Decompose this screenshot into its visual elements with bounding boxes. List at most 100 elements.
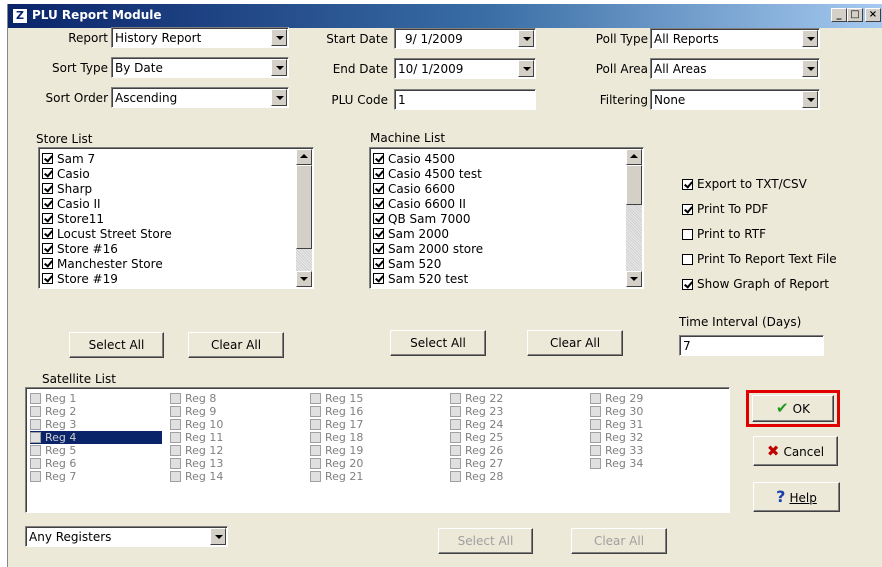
satellite-checkbox[interactable] (30, 393, 41, 404)
chevron-down-icon[interactable] (518, 60, 534, 77)
satellite-item[interactable]: Reg 32 (590, 431, 722, 444)
satellite-item[interactable]: Reg 5 (30, 444, 162, 457)
satellite-item[interactable]: Reg 17 (310, 418, 442, 431)
close-button[interactable]: × (865, 8, 881, 22)
satellite-item[interactable]: Reg 7 (30, 470, 162, 483)
satellite-item[interactable]: Reg 13 (170, 457, 302, 470)
satellite-checkbox[interactable] (310, 445, 321, 456)
sort-order-select[interactable]: Ascending (111, 87, 289, 108)
satellite-checkbox[interactable] (450, 406, 461, 417)
satellite-item[interactable]: Reg 33 (590, 444, 722, 457)
option-checkbox-box[interactable] (682, 253, 693, 265)
scroll-down-icon[interactable] (626, 271, 642, 287)
chevron-down-icon[interactable] (802, 30, 818, 47)
store-list-scrollbar[interactable] (296, 149, 312, 287)
list-item[interactable]: Casio 6600 II (373, 196, 466, 211)
start-date-picker[interactable]: 9/ 1/2009 (394, 28, 536, 49)
machine-list-scrollbar[interactable] (626, 149, 642, 287)
satellite-item[interactable]: Reg 14 (170, 470, 302, 483)
satellite-checkbox[interactable] (310, 419, 321, 430)
item-checkbox[interactable] (373, 168, 384, 179)
satellite-item[interactable]: Reg 34 (590, 457, 722, 470)
list-item[interactable]: Sharp (42, 181, 92, 196)
item-checkbox[interactable] (42, 273, 53, 284)
satellite-checkbox[interactable] (310, 471, 321, 482)
satellite-checkbox[interactable] (450, 458, 461, 469)
satellite-item[interactable]: Reg 9 (170, 405, 302, 418)
satellite-item[interactable]: Reg 4 (30, 431, 162, 444)
satellite-item[interactable]: Reg 1 (30, 392, 162, 405)
option-checkbox-box[interactable] (682, 228, 693, 240)
item-checkbox[interactable] (42, 198, 53, 209)
item-checkbox[interactable] (42, 168, 53, 179)
satellite-listbox[interactable]: Reg 1 Reg 2 Reg 3 Reg 4 Reg 5 Reg 6 Reg 7 Reg 8… (25, 387, 730, 513)
list-item[interactable]: Sam 520 test (373, 271, 468, 286)
satellite-checkbox[interactable] (30, 406, 41, 417)
satellite-checkbox[interactable] (450, 471, 461, 482)
maximize-button[interactable]: □ (847, 8, 863, 22)
satellite-item[interactable]: Reg 12 (170, 444, 302, 457)
satellite-item[interactable]: Reg 19 (310, 444, 442, 457)
chevron-down-icon[interactable] (271, 29, 287, 46)
scroll-thumb[interactable] (626, 165, 642, 205)
satellite-select-all-button[interactable]: Select All (438, 528, 533, 554)
satellite-clear-all-button[interactable]: Clear All (571, 528, 667, 554)
end-date-picker[interactable]: 10/ 1/2009 (394, 58, 536, 79)
cancel-button[interactable]: ✖ Cancel (753, 436, 838, 466)
satellite-item[interactable]: Reg 22 (450, 392, 582, 405)
item-checkbox[interactable] (373, 258, 384, 269)
satellite-item[interactable]: Reg 20 (310, 457, 442, 470)
satellite-checkbox[interactable] (170, 445, 181, 456)
option-checkbox[interactable]: Print To Report Text File (682, 252, 837, 266)
list-item[interactable]: Sam 7 (42, 151, 95, 166)
satellite-checkbox[interactable] (310, 393, 321, 404)
chevron-down-icon[interactable] (210, 528, 226, 545)
satellite-checkbox[interactable] (30, 458, 41, 469)
item-checkbox[interactable] (373, 273, 384, 284)
list-item[interactable]: Casio 6600 (373, 181, 455, 196)
item-checkbox[interactable] (42, 153, 53, 164)
list-item[interactable]: QB Sam 7000 (373, 211, 471, 226)
poll-area-select[interactable]: All Areas (650, 58, 820, 79)
scroll-track[interactable] (626, 205, 642, 271)
store-listbox[interactable]: Sam 7 Casio Sharp Casio II Store11 Locust Str… (38, 147, 314, 289)
chevron-down-icon[interactable] (271, 89, 287, 106)
satellite-checkbox[interactable] (590, 458, 601, 469)
satellite-item[interactable]: Reg 3 (30, 418, 162, 431)
chevron-down-icon[interactable] (518, 30, 534, 47)
list-item[interactable]: Sam 2000 store (373, 241, 483, 256)
option-checkbox-box[interactable] (682, 203, 693, 215)
scroll-up-icon[interactable] (626, 149, 642, 165)
chevron-down-icon[interactable] (802, 91, 818, 108)
list-item[interactable]: Store #16 (42, 241, 118, 256)
scroll-thumb[interactable] (296, 165, 312, 249)
satellite-item[interactable]: Reg 31 (590, 418, 722, 431)
item-checkbox[interactable] (42, 243, 53, 254)
store-select-all-button[interactable]: Select All (69, 332, 164, 358)
satellite-checkbox[interactable] (590, 406, 601, 417)
satellite-item[interactable]: Reg 15 (310, 392, 442, 405)
satellite-checkbox[interactable] (590, 419, 601, 430)
list-item[interactable]: Casio 4500 (373, 151, 455, 166)
list-item[interactable]: Sam 520 (373, 256, 441, 271)
satellite-checkbox[interactable] (450, 419, 461, 430)
satellite-checkbox[interactable] (170, 393, 181, 404)
satellite-item[interactable]: Reg 11 (170, 431, 302, 444)
satellite-item[interactable]: Reg 27 (450, 457, 582, 470)
satellite-item[interactable]: Reg 29 (590, 392, 722, 405)
list-item[interactable]: Casio II (42, 196, 101, 211)
satellite-checkbox[interactable] (170, 471, 181, 482)
option-checkbox[interactable]: Show Graph of Report (682, 277, 829, 291)
satellite-item[interactable]: Reg 26 (450, 444, 582, 457)
list-item[interactable]: Store11 (42, 211, 104, 226)
list-item[interactable]: Store #19 (42, 271, 118, 286)
item-checkbox[interactable] (373, 183, 384, 194)
satellite-checkbox[interactable] (170, 406, 181, 417)
satellite-checkbox[interactable] (30, 432, 41, 443)
item-checkbox[interactable] (373, 213, 384, 224)
satellite-item[interactable]: Reg 24 (450, 418, 582, 431)
item-checkbox[interactable] (373, 228, 384, 239)
item-checkbox[interactable] (42, 183, 53, 194)
scroll-up-icon[interactable] (296, 149, 312, 165)
satellite-checkbox[interactable] (450, 393, 461, 404)
